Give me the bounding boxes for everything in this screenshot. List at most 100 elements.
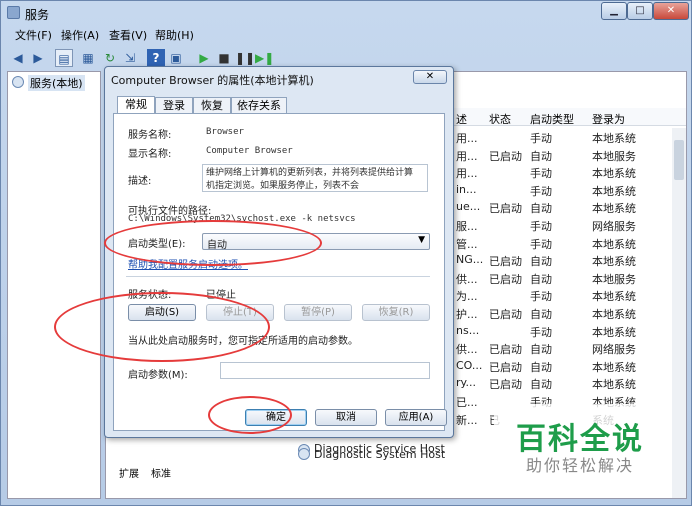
description-box[interactable]: 维护网络上计算机的更新列表，并将列表提供给计算机指定浏览。如果服务停止，列表不会	[202, 164, 428, 192]
row-description: ue...	[456, 200, 481, 214]
general-panel: 服务名称: Browser 显示名称: Computer Browser 描述:…	[113, 113, 445, 431]
cancel-button[interactable]: 取消	[315, 409, 377, 426]
tab-general[interactable]: 常规	[117, 96, 155, 114]
row-logon-as: 本地系统	[592, 360, 636, 374]
scrollbar-thumb[interactable]	[674, 140, 684, 180]
console-tree: 服务(本地)	[7, 71, 101, 499]
row-startup-type: 自动	[530, 360, 552, 374]
col-logon-as[interactable]: 登录为	[592, 111, 625, 127]
col-status[interactable]: 状态	[489, 111, 511, 127]
refresh-icon[interactable]: ↻	[101, 49, 119, 67]
maximize-button[interactable]: □	[627, 2, 653, 20]
row-startup-type: 手动	[530, 167, 552, 181]
row-description: 供...	[456, 343, 478, 357]
properties-icon[interactable]: ▦	[79, 49, 97, 67]
apply-button[interactable]: 应用(A)	[385, 409, 447, 426]
tab-logon[interactable]: 登录	[155, 97, 193, 114]
title-bar[interactable]: 服务 ▁ □ ✕	[1, 1, 692, 25]
row-description: 已...	[456, 396, 478, 409]
col-startup-type[interactable]: 启动类型	[530, 111, 574, 127]
tab-recovery[interactable]: 恢复	[193, 97, 231, 114]
restart-service-icon[interactable]: ▶❚	[255, 49, 274, 67]
tab-extended[interactable]: 扩展	[119, 465, 139, 480]
gear-icon	[298, 448, 310, 460]
tree-item-services-local[interactable]: 服务(本地)	[28, 75, 85, 91]
service-name-diagnostic-system-host[interactable]: Diagnostic System Host	[314, 448, 445, 461]
row-description: ry...	[456, 376, 476, 390]
close-button[interactable]: ✕	[653, 2, 689, 20]
menu-file[interactable]: 文件(F)	[15, 27, 52, 43]
row-description: 管...	[456, 237, 478, 251]
row-logon-as: 本地系统	[592, 237, 636, 251]
row-status: 已启动	[489, 343, 522, 357]
row-logon-as: 网络服务	[592, 220, 636, 233]
pause-service-icon[interactable]: ❚❚	[235, 49, 255, 67]
dialog-title: Computer Browser 的属性(本地计算机)	[111, 74, 314, 87]
export-icon[interactable]: ⇲	[121, 49, 139, 67]
row-description: 用...	[456, 132, 478, 145]
row-status: 已启动	[489, 378, 522, 392]
menu-action[interactable]: 操作(A)	[61, 27, 99, 43]
row-status: 已启动	[489, 202, 522, 216]
row-description: 用...	[456, 149, 478, 163]
view-icon[interactable]: ▣	[167, 49, 185, 67]
row-description: CO...	[456, 358, 483, 372]
tab-standard[interactable]: 标准	[151, 465, 171, 480]
window-title: 服务	[25, 8, 50, 22]
row-logon-as: 本地系统	[592, 378, 636, 392]
row-startup-type: 手动	[530, 184, 552, 198]
row-logon-as: 本地系统	[592, 290, 636, 304]
services-app-icon	[7, 6, 20, 19]
menu-help[interactable]: 帮助(H)	[155, 27, 194, 43]
annotation-oval-start-button	[54, 292, 270, 362]
row-logon-as: 本地系统	[592, 325, 636, 339]
row-logon-as: 本地系统	[592, 184, 636, 198]
start-service-icon[interactable]: ▶	[195, 49, 213, 67]
forward-icon[interactable]: ▶	[29, 49, 47, 67]
dialog-close-button[interactable]: ✕	[413, 70, 447, 84]
row-description: in...	[456, 182, 477, 196]
col-description[interactable]: 述	[456, 111, 467, 127]
row-startup-type: 自动	[530, 378, 552, 392]
row-startup-type: 自动	[530, 149, 552, 163]
annotation-oval-ok-button	[208, 396, 292, 434]
row-status: 已启动	[489, 272, 522, 286]
tab-dependencies[interactable]: 依存关系	[231, 97, 287, 114]
row-startup-type: 手动	[530, 325, 552, 339]
menu-bar: 文件(F) 操作(A) 查看(V) 帮助(H)	[5, 27, 689, 45]
watermark-subtitle: 助你轻松解决	[526, 456, 635, 475]
row-status: 已启动	[489, 308, 522, 321]
row-description: 新...	[456, 413, 478, 427]
row-status: 已启动	[489, 149, 522, 163]
row-startup-type: 自动	[530, 272, 552, 286]
startup-params-label: 启动参数(M):	[128, 370, 188, 381]
scrollbar[interactable]	[672, 128, 686, 498]
stop-service-icon[interactable]: ■	[215, 49, 233, 67]
console-tree-icon[interactable]: ▤	[55, 49, 73, 67]
row-description: 为...	[456, 290, 478, 304]
row-logon-as: 本地系统	[592, 167, 636, 181]
row-description: 服...	[456, 220, 478, 233]
row-startup-type: 手动	[530, 290, 552, 304]
row-logon-as: 本地服务	[592, 272, 636, 286]
service-name-value: Browser	[206, 127, 244, 137]
row-logon-as: 本地系统	[592, 202, 636, 216]
service-name-label: 服务名称:	[128, 130, 172, 141]
row-description: 护...	[456, 308, 478, 321]
display-name-label: 显示名称:	[128, 149, 172, 160]
row-logon-as: 网络服务	[592, 343, 636, 357]
resume-button[interactable]: 恢复(R)	[362, 304, 430, 321]
row-description: ns...	[456, 323, 480, 337]
annotation-oval-startup-type	[104, 220, 322, 266]
help-icon[interactable]: ?	[147, 49, 165, 67]
row-logon-as: 本地系统	[592, 255, 636, 269]
gear-icon	[12, 76, 24, 88]
startup-params-input[interactable]	[220, 362, 430, 379]
pause-button[interactable]: 暂停(P)	[284, 304, 352, 321]
minimize-button[interactable]: ▁	[601, 2, 627, 20]
back-icon[interactable]: ◀	[9, 49, 27, 67]
separator	[126, 276, 430, 277]
row-logon-as: 本地服务	[592, 149, 636, 163]
row-description: NG...	[456, 253, 484, 267]
menu-view[interactable]: 查看(V)	[109, 27, 147, 43]
